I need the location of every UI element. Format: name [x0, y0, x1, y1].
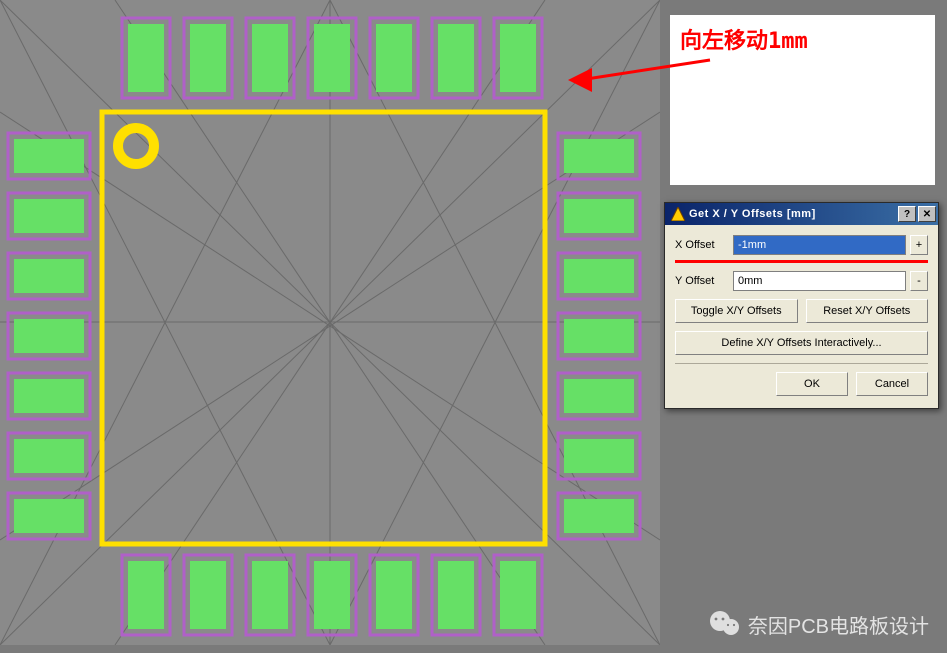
- offsets-dialog: Get X / Y Offsets [mm] ? ✕ X Offset + Y …: [664, 202, 939, 409]
- pcb-canvas[interactable]: [0, 0, 660, 645]
- toggle-offsets-button[interactable]: Toggle X/Y Offsets: [675, 299, 798, 323]
- pads-right[interactable]: [558, 133, 640, 539]
- x-offset-label: X Offset: [675, 239, 733, 251]
- pads-left[interactable]: [8, 133, 90, 539]
- annotation-box: 向左移动1mm: [670, 15, 935, 185]
- wechat-icon: [708, 607, 742, 641]
- reset-offsets-button[interactable]: Reset X/Y Offsets: [806, 299, 929, 323]
- watermark: 奈因PCB电路板设计: [708, 607, 929, 641]
- ok-button[interactable]: OK: [776, 372, 848, 396]
- y-step-button[interactable]: -: [910, 271, 928, 291]
- dialog-titlebar[interactable]: Get X / Y Offsets [mm] ? ✕: [665, 203, 938, 225]
- close-button[interactable]: ✕: [918, 206, 936, 222]
- pads-top[interactable]: [122, 18, 542, 98]
- x-step-button[interactable]: +: [910, 235, 928, 255]
- pads-bottom[interactable]: [122, 555, 542, 635]
- y-offset-input[interactable]: [733, 271, 906, 291]
- define-interactively-button[interactable]: Define X/Y Offsets Interactively...: [675, 331, 928, 355]
- annotation-underline: [675, 260, 928, 263]
- annotation-text: 向左移动1mm: [670, 15, 935, 63]
- dialog-title: Get X / Y Offsets [mm]: [689, 208, 898, 220]
- help-button[interactable]: ?: [898, 206, 916, 222]
- y-offset-label: Y Offset: [675, 275, 733, 287]
- x-offset-input[interactable]: [733, 235, 906, 255]
- cancel-button[interactable]: Cancel: [856, 372, 928, 396]
- app-icon: [670, 206, 686, 222]
- separator: [675, 363, 928, 364]
- watermark-text: 奈因PCB电路板设计: [748, 610, 929, 639]
